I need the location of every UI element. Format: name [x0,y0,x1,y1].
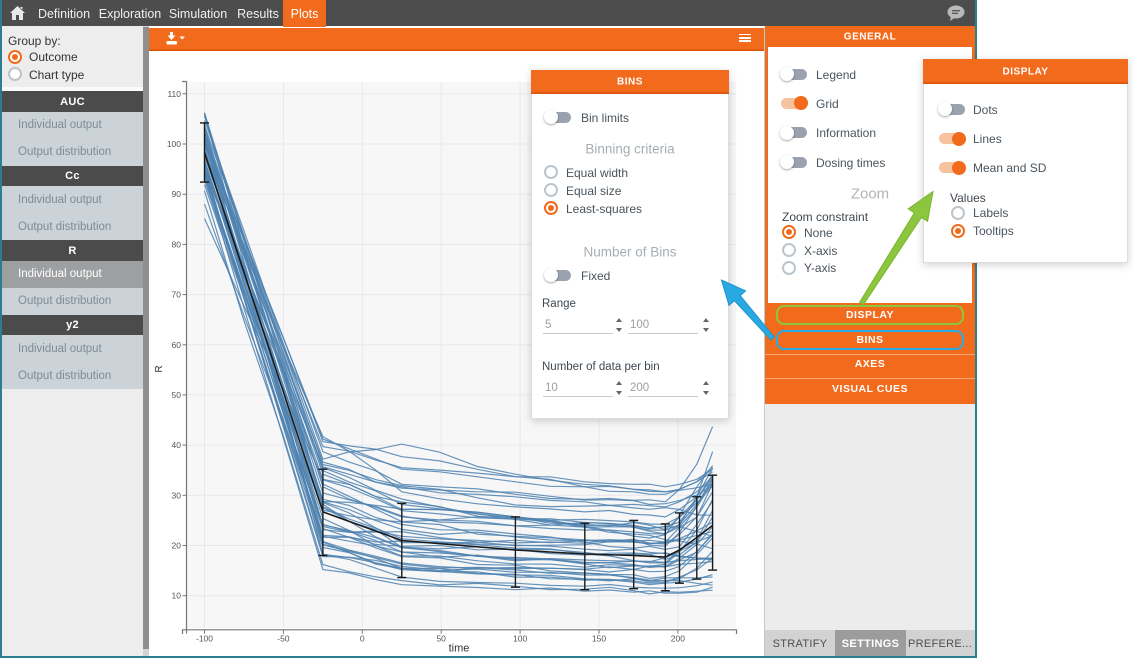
svg-text:20: 20 [172,541,182,551]
svg-text:time: time [449,643,470,655]
svg-text:90: 90 [172,189,182,199]
svg-text:150: 150 [592,634,606,644]
svg-text:-100: -100 [196,634,213,644]
svg-text:80: 80 [172,239,182,249]
svg-text:70: 70 [172,290,182,300]
svg-text:50: 50 [436,634,446,644]
svg-text:110: 110 [167,89,181,99]
svg-text:R: R [154,365,165,372]
svg-text:200: 200 [671,634,685,644]
svg-text:0: 0 [360,634,365,644]
svg-text:40: 40 [172,440,182,450]
svg-text:50: 50 [172,390,182,400]
svg-text:10: 10 [172,591,182,601]
svg-text:60: 60 [172,340,182,350]
svg-text:100: 100 [513,634,527,644]
svg-text:30: 30 [172,490,182,500]
svg-text:-50: -50 [277,634,290,644]
svg-text:100: 100 [167,139,181,149]
